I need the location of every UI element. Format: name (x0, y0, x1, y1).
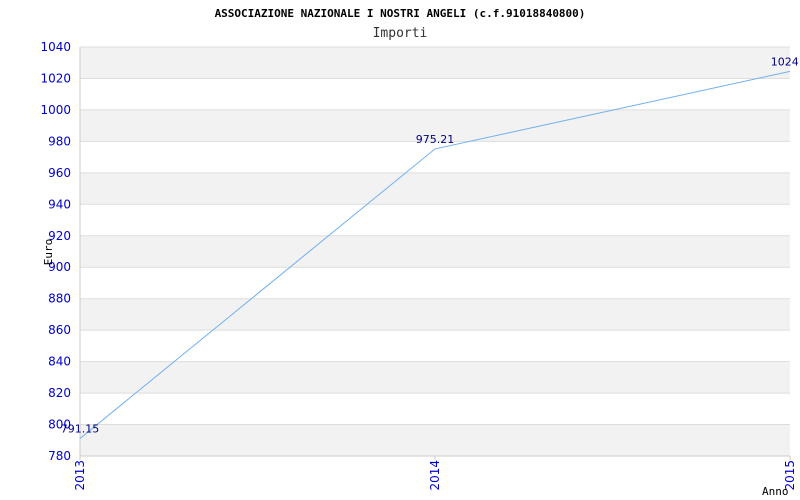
y-tick-label: 1040 (40, 40, 71, 54)
y-tick-label: 940 (48, 197, 71, 211)
y-tick-label: 840 (48, 355, 71, 369)
x-tick-label: 2014 (428, 460, 442, 491)
grid-band (80, 235, 790, 268)
y-tick-label: 960 (48, 166, 71, 180)
y-tick-label: 980 (48, 134, 71, 148)
x-axis-ticks: 2013 2014 2015 (73, 456, 797, 491)
y-tick-label: 820 (48, 386, 71, 400)
y-tick-label: 1020 (40, 71, 71, 85)
data-label: 791.15 (61, 422, 100, 435)
y-tick-label: 1000 (40, 103, 71, 117)
y-tick-label: 780 (48, 449, 71, 463)
grid-band (80, 47, 790, 79)
line-chart: 7808008208408608809009209409609801000102… (40, 7, 800, 498)
y-axis-label: Euro (42, 239, 55, 266)
grid-bands (80, 47, 790, 456)
grid-band (80, 298, 790, 331)
data-label: 1024.5 (771, 55, 800, 68)
grid-band (80, 172, 790, 205)
y-tick-label: 880 (48, 292, 71, 306)
chart-title: ASSOCIAZIONE NAZIONALE I NOSTRI ANGELI (… (215, 7, 586, 20)
grid-band (80, 424, 790, 456)
y-tick-label: 860 (48, 323, 71, 337)
data-label: 975.21 (416, 133, 455, 146)
chart-subtitle: Importi (373, 26, 428, 41)
x-tick-label: 2013 (73, 460, 87, 491)
x-axis-label: Anno (762, 485, 789, 498)
grid-band (80, 361, 790, 394)
